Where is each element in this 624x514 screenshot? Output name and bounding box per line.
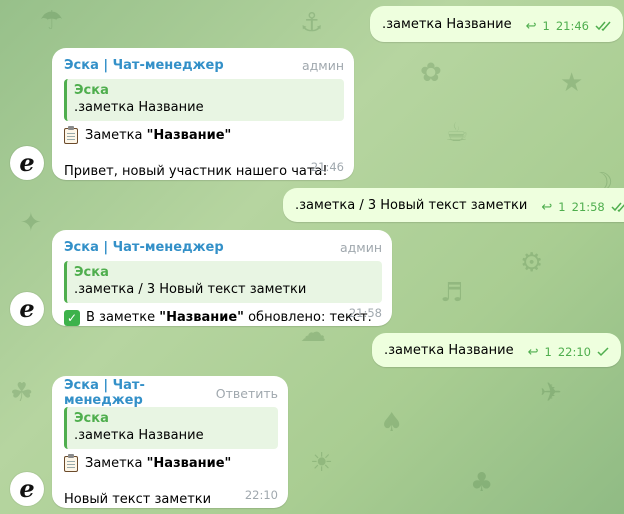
message-text: .заметка Название	[384, 342, 514, 358]
message-time: 21:58	[571, 200, 605, 214]
background-doodle-icon: ⚙	[520, 248, 544, 278]
incoming-message[interactable]: Эска | Чат-менеджер админ Эска .заметка …	[52, 48, 354, 180]
admin-badge: админ	[301, 57, 344, 73]
outgoing-message[interactable]: .заметка Название ↩ 1 21:46	[370, 6, 623, 42]
reply-button[interactable]: Ответить	[216, 386, 278, 401]
message-text: .заметка Название	[382, 16, 512, 32]
update-label: В заметке	[86, 310, 160, 325]
reply-count: 1	[542, 19, 550, 33]
note-label: Заметка	[85, 128, 147, 143]
message-time: 22:10	[244, 488, 278, 502]
background-doodle-icon: ☕	[445, 118, 469, 148]
note-title: "Название"	[146, 456, 232, 471]
note-title: "Название"	[146, 128, 232, 143]
background-doodle-icon: ✈	[540, 378, 562, 408]
reply-count: 1	[544, 345, 552, 359]
background-doodle-icon: ♣	[470, 468, 494, 498]
reply-quote[interactable]: Эска .заметка Название	[64, 407, 278, 449]
incoming-message[interactable]: Эска | Чат-менеджер админ Эска .заметка …	[52, 230, 392, 326]
quote-text: .заметка / 3 Новый текст заметки	[74, 282, 307, 297]
incoming-message[interactable]: Эска | Чат-менеджер Ответить Эска .замет…	[52, 376, 288, 508]
background-doodle-icon: ★	[560, 68, 584, 98]
sender-name[interactable]: Эска | Чат-менеджер	[64, 58, 224, 73]
reply-quote[interactable]: Эска .заметка Название	[64, 79, 344, 121]
quote-text: .заметка Название	[74, 428, 204, 443]
reply-count: 1	[558, 200, 566, 214]
double-check-icon	[595, 21, 611, 31]
background-doodle-icon: ♠	[380, 408, 404, 438]
background-doodle-icon: ✦	[20, 208, 42, 238]
single-check-icon	[597, 347, 609, 357]
check-mark-button-icon: ✓	[64, 310, 80, 326]
note-label: Заметка	[85, 456, 147, 471]
sender-name[interactable]: Эска | Чат-менеджер	[64, 240, 224, 255]
background-doodle-icon: ♬	[440, 278, 464, 308]
outgoing-message[interactable]: .заметка / 3 Новый текст заметки ↩ 1 21:…	[283, 188, 624, 222]
quote-text: .заметка Название	[74, 100, 204, 115]
background-doodle-icon: ✿	[420, 58, 442, 88]
message-time: 21:58	[348, 306, 382, 320]
bot-avatar-icon[interactable]: e	[10, 146, 44, 180]
reply-arrow-icon[interactable]: ↩	[528, 345, 539, 360]
reply-arrow-icon[interactable]: ↩	[526, 19, 537, 34]
message-text: Привет, новый участник нашего чата!	[64, 164, 328, 179]
quote-author: Эска	[74, 411, 109, 426]
bot-avatar-icon[interactable]: e	[10, 472, 44, 506]
quote-author: Эска	[74, 83, 109, 98]
reply-quote[interactable]: Эска .заметка / 3 Новый текст заметки	[64, 261, 382, 303]
sender-name[interactable]: Эска | Чат-менеджер	[64, 378, 216, 408]
bot-avatar-icon[interactable]: e	[10, 292, 44, 326]
note-title: "Название"	[159, 310, 244, 325]
background-doodle-icon: ☀	[310, 448, 334, 478]
message-time: 22:10	[557, 345, 591, 359]
reply-arrow-icon[interactable]: ↩	[541, 200, 552, 215]
background-doodle-icon: ☂	[40, 6, 64, 36]
message-time: 21:46	[555, 19, 589, 33]
message-time: 21:46	[310, 160, 344, 174]
background-doodle-icon: ☘	[10, 378, 34, 408]
double-check-icon	[611, 202, 624, 212]
background-doodle-icon: ⚓	[300, 8, 324, 38]
outgoing-message[interactable]: .заметка Название ↩ 1 22:10	[372, 333, 621, 367]
clipboard-icon	[64, 126, 78, 144]
quote-author: Эска	[74, 265, 109, 280]
admin-badge: админ	[339, 239, 382, 255]
clipboard-icon	[64, 454, 78, 472]
message-text: .заметка / 3 Новый текст заметки	[295, 197, 528, 213]
